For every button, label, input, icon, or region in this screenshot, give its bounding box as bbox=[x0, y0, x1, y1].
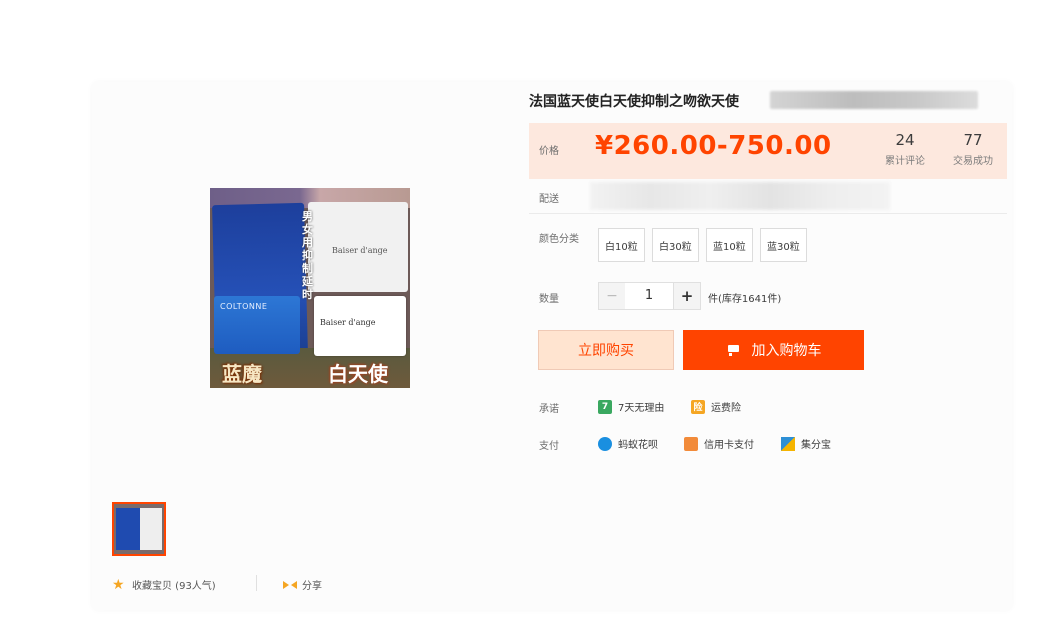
price-label: 价格 bbox=[539, 146, 559, 157]
add-to-cart-button[interactable]: 加入购物车 bbox=[683, 330, 864, 370]
thumbnail-white-part bbox=[140, 508, 162, 550]
favorite-link[interactable]: ★ 收藏宝贝 (93人气) bbox=[112, 576, 216, 593]
stock-text: 件(库存1641件) bbox=[708, 294, 782, 305]
sku-option-blue-10[interactable]: 蓝10粒 bbox=[706, 228, 753, 262]
quantity-label: 数量 bbox=[539, 294, 559, 305]
promise-seven-days-label: 7天无理由 bbox=[618, 403, 665, 414]
payment-label: 支付 bbox=[539, 441, 559, 452]
price-panel: 价格 ¥260.00-750.00 24 累计评论 77 交易成功 bbox=[529, 123, 1007, 179]
white-package: Baiser d'ange bbox=[308, 202, 408, 292]
product-title: 法国蓝天使白天使抑制之吻欲天使 bbox=[529, 94, 739, 110]
promise-shipping-insurance[interactable]: 险 运费险 bbox=[691, 399, 741, 414]
sku-option-white-10[interactable]: 白10粒 bbox=[598, 228, 645, 262]
reviews-stat[interactable]: 24 累计评论 bbox=[877, 131, 933, 167]
promise-seven-days[interactable]: 7 7天无理由 bbox=[598, 399, 664, 414]
payment-jifenbao[interactable]: 集分宝 bbox=[781, 436, 831, 451]
delivery-label: 配送 bbox=[539, 194, 559, 205]
white-card-brand: Baiser d'ange bbox=[320, 318, 376, 327]
delivery-redacted-blur bbox=[590, 182, 890, 210]
white-card: Baiser d'ange bbox=[314, 296, 406, 356]
buy-now-label: 立即购买 bbox=[578, 343, 634, 359]
quantity-decrease-button[interactable]: − bbox=[598, 282, 626, 310]
delivery-separator bbox=[529, 213, 1007, 214]
gallery-thumbnail[interactable] bbox=[112, 502, 166, 556]
color-label: 颜色分类 bbox=[539, 234, 579, 245]
payment-credit-card-label: 信用卡支付 bbox=[704, 440, 754, 451]
white-pack-brand: Baiser d'ange bbox=[332, 246, 388, 255]
sold-label: 交易成功 bbox=[953, 156, 993, 167]
seven-days-icon: 7 bbox=[598, 399, 612, 414]
footer-divider bbox=[256, 575, 257, 591]
quantity-increase-button[interactable]: + bbox=[673, 282, 701, 310]
sku-option-blue-30[interactable]: 蓝30粒 bbox=[760, 228, 807, 262]
credit-card-icon bbox=[684, 436, 698, 451]
image-caption-right: 白天使 bbox=[328, 362, 388, 386]
star-icon: ★ bbox=[112, 576, 125, 593]
sold-stat: 77 交易成功 bbox=[943, 131, 1003, 167]
blue-card: COLTONNE bbox=[214, 296, 300, 354]
share-label: 分享 bbox=[302, 581, 322, 592]
payment-credit-card[interactable]: 信用卡支付 bbox=[684, 436, 754, 451]
huabei-icon bbox=[598, 436, 612, 451]
shipping-insurance-icon: 险 bbox=[691, 399, 705, 414]
sku-option-white-30[interactable]: 白30粒 bbox=[652, 228, 699, 262]
price-value: ¥260.00-750.00 bbox=[595, 131, 832, 161]
sold-count: 77 bbox=[963, 131, 983, 149]
payment-huabei-label: 蚂蚁花呗 bbox=[618, 440, 658, 451]
share-icon bbox=[283, 580, 297, 590]
thumbnail-blue-part bbox=[116, 508, 140, 550]
title-redacted-blur bbox=[770, 91, 978, 109]
image-caption-left: 蓝魔 bbox=[222, 362, 262, 386]
add-to-cart-label: 加入购物车 bbox=[751, 343, 822, 359]
payment-huabei[interactable]: 蚂蚁花呗 bbox=[598, 436, 658, 451]
share-link[interactable]: 分享 bbox=[283, 577, 322, 592]
vertical-caption: 男女用抑制延时 bbox=[302, 210, 313, 301]
jifenbao-icon bbox=[781, 436, 795, 451]
reviews-count: 24 bbox=[895, 131, 915, 149]
favorite-label: 收藏宝贝 (93人气) bbox=[132, 581, 216, 592]
quantity-input[interactable]: 1 bbox=[625, 282, 673, 310]
payment-jifenbao-label: 集分宝 bbox=[801, 440, 831, 451]
reviews-label: 累计评论 bbox=[885, 156, 925, 167]
cart-icon bbox=[726, 344, 740, 356]
main-product-image[interactable]: Baiser d'ange 男女用抑制延时 COLTONNE Baiser d'… bbox=[210, 188, 410, 388]
buy-now-button[interactable]: 立即购买 bbox=[538, 330, 674, 370]
promise-shipping-insurance-label: 运费险 bbox=[711, 403, 741, 414]
blue-card-brand: COLTONNE bbox=[220, 302, 268, 311]
promise-label: 承诺 bbox=[539, 404, 559, 415]
